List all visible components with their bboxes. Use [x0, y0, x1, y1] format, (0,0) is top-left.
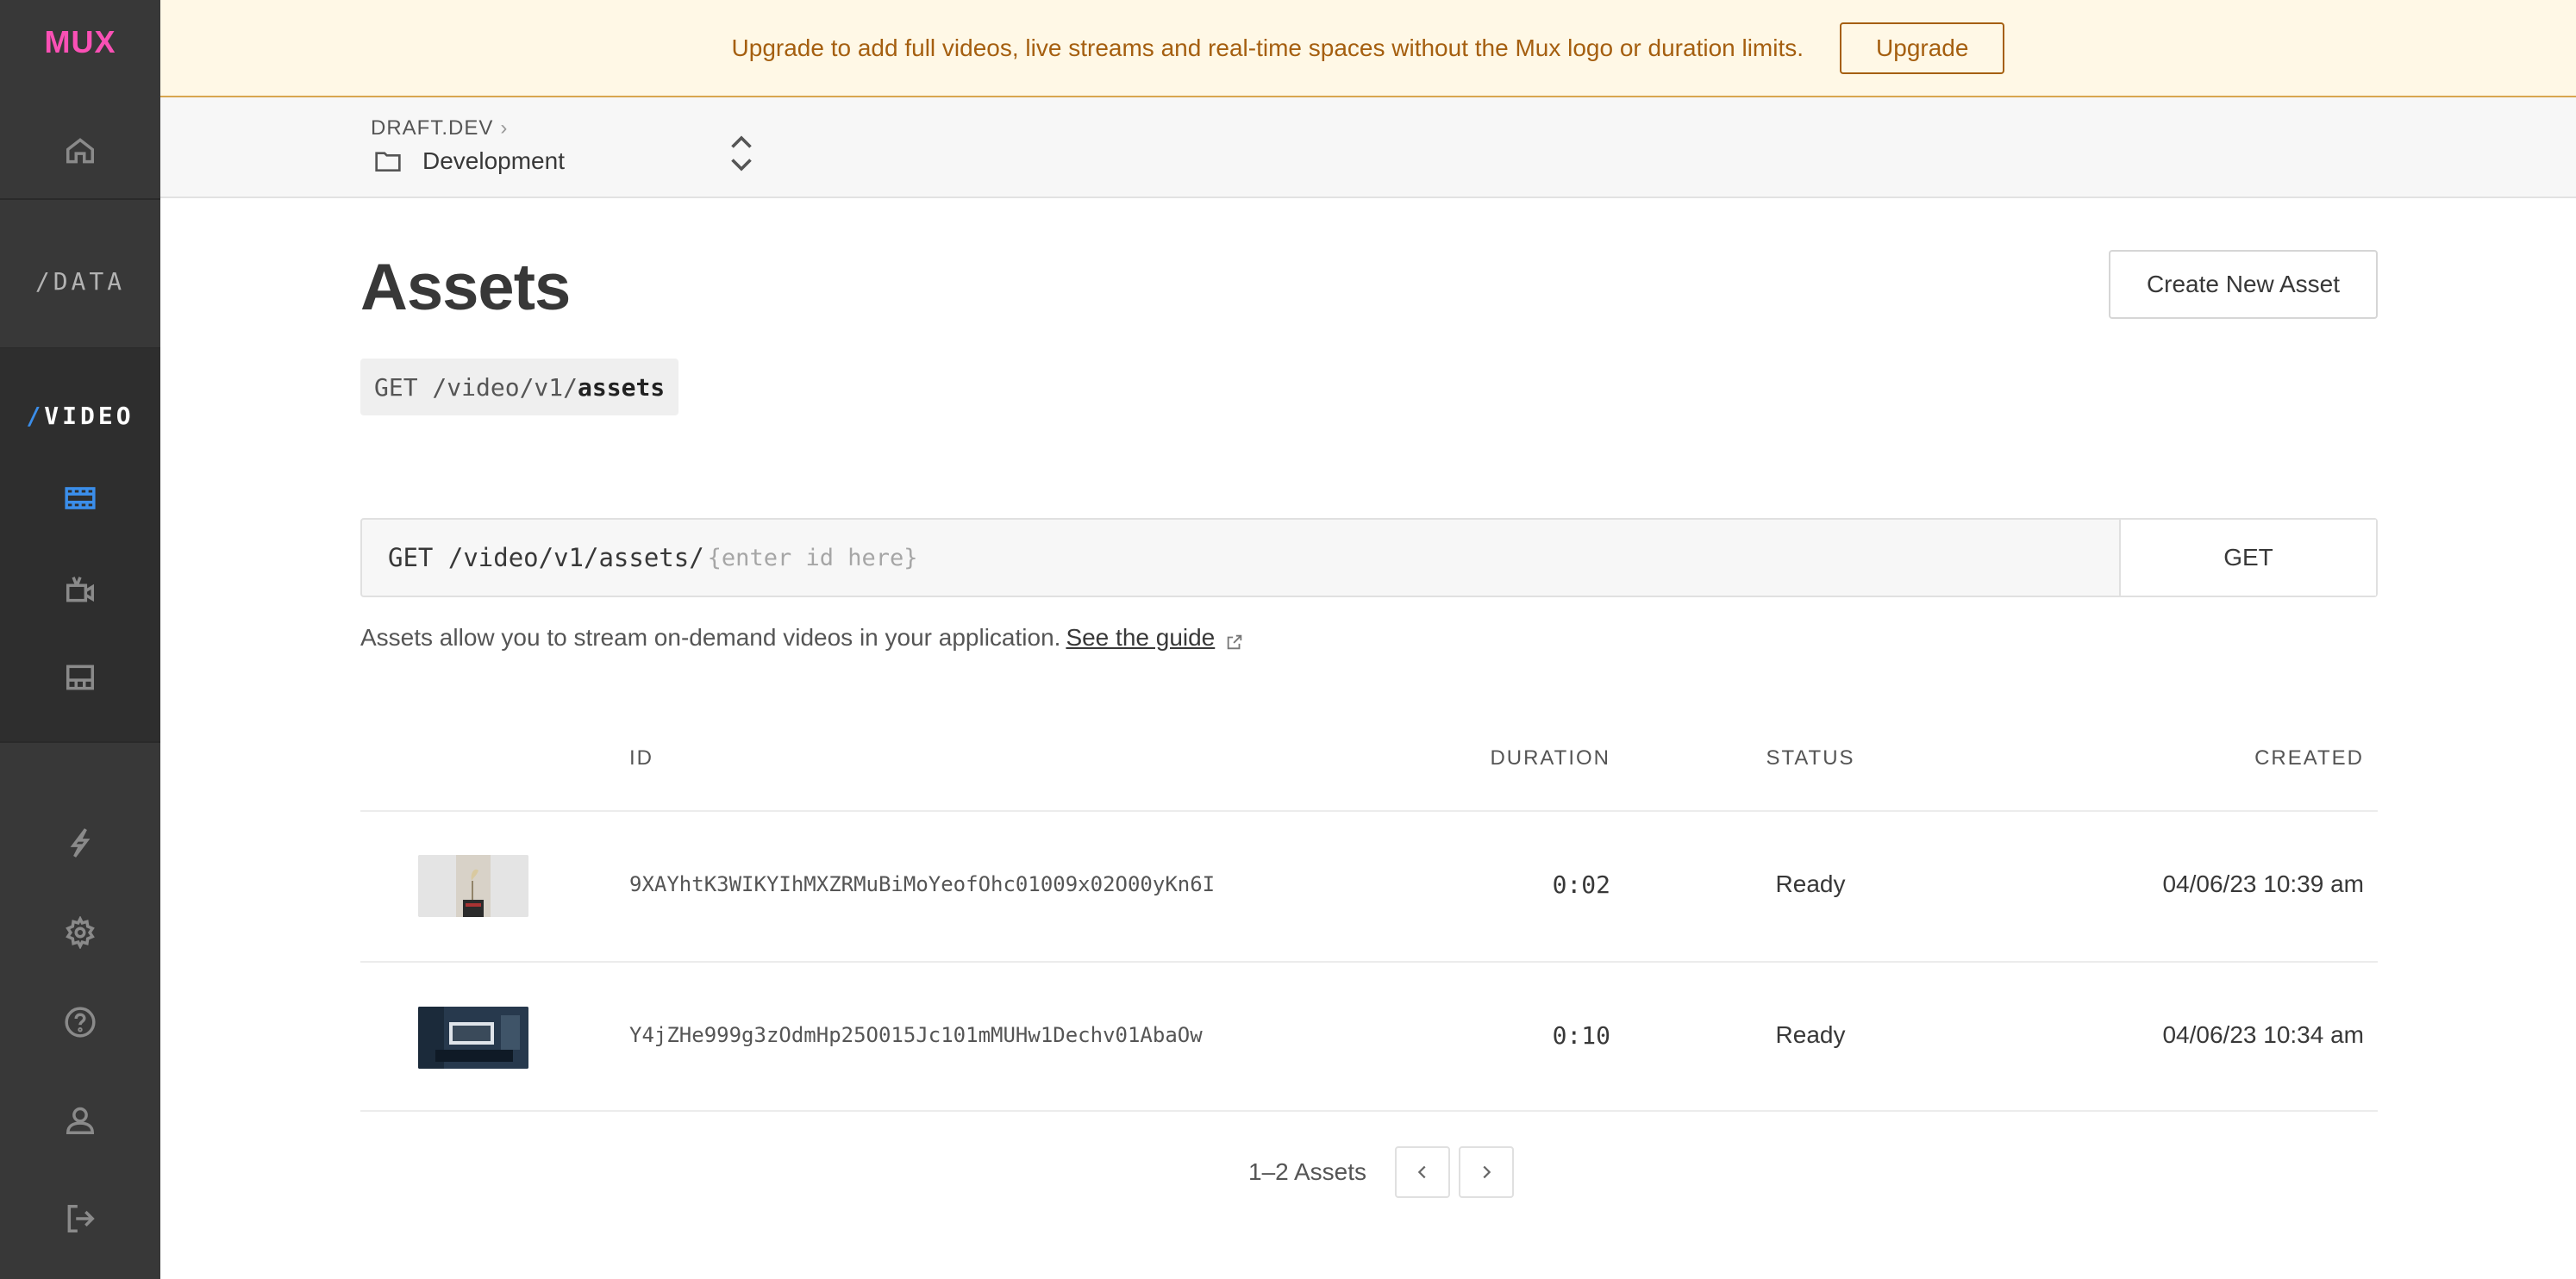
get-path-text: /video/v1/assets/	[447, 543, 704, 572]
asset-duration: 0:10	[1552, 1021, 1610, 1050]
next-page-button[interactable]	[1459, 1146, 1514, 1198]
get-button[interactable]: GET	[2119, 520, 2376, 596]
home-icon[interactable]	[54, 125, 106, 177]
assets-icon[interactable]	[54, 472, 106, 524]
video-label: VIDEO	[44, 402, 134, 430]
external-link-icon	[1225, 630, 1244, 649]
sidebar-data-link[interactable]: /DATA	[0, 267, 160, 296]
sidebar: MUX /DATA /VIDEO	[0, 0, 160, 1279]
asset-duration: 0:02	[1552, 870, 1610, 899]
column-header-status: STATUS	[1766, 746, 1855, 770]
help-icon[interactable]	[54, 996, 106, 1048]
get-asset-form: GET /video/v1/assets/ GET	[360, 518, 2378, 597]
asset-id[interactable]: 9XAYhtK3WIKYIhMXZRMuBiMoYeofOhc01009x02O…	[629, 872, 1215, 896]
chevron-right-icon	[1483, 1165, 1491, 1179]
table-divider	[360, 1110, 2378, 1112]
description: Assets allow you to stream on-demand vid…	[360, 624, 1244, 652]
asset-status: Ready	[1775, 1021, 1846, 1048]
mux-logo[interactable]: MUX	[0, 24, 160, 60]
pagination-label: 1–2 Assets	[1248, 1158, 1366, 1185]
asset-id-input[interactable]	[707, 544, 1484, 571]
asset-created: 04/06/23 10:39 am	[2162, 870, 2364, 897]
environment-switch-icon[interactable]	[726, 132, 757, 175]
folder-icon	[374, 147, 402, 175]
upgrade-button[interactable]: Upgrade	[1840, 22, 2005, 74]
sidebar-video-link[interactable]: /VIDEO	[0, 402, 160, 430]
banner-text: Upgrade to add full videos, live streams…	[731, 34, 1804, 61]
column-header-id: ID	[629, 746, 653, 770]
table-divider	[360, 961, 2378, 963]
column-header-created: CREATED	[2254, 746, 2364, 770]
sidebar-divider	[0, 741, 160, 743]
api-endpoint-chip: GET /video/v1/assets	[360, 359, 679, 415]
asset-created: 04/06/23 10:34 am	[2162, 1021, 2364, 1048]
api-chip-resource: assets	[578, 372, 666, 402]
description-text: Assets allow you to stream on-demand vid…	[360, 624, 1061, 651]
see-guide-link[interactable]: See the guide	[1066, 624, 1215, 651]
page-title: Assets	[360, 251, 571, 324]
video-slash: /	[26, 402, 45, 430]
environment-bar: DRAFT.DEV › Development	[160, 97, 2576, 198]
table-divider	[360, 810, 2378, 812]
column-header-duration: DURATION	[1490, 746, 1610, 770]
api-chip-prefix: GET /video/v1/	[374, 372, 578, 402]
asset-id[interactable]: Y4jZHe999g3zOdmHp25O015Jc101mMUHw1Dechv0…	[629, 1023, 1203, 1047]
chevron-left-icon	[1417, 1165, 1426, 1179]
live-stream-icon[interactable]	[54, 564, 106, 615]
sidebar-divider	[0, 198, 160, 200]
get-path: GET /video/v1/assets/	[362, 520, 2119, 596]
lightning-icon[interactable]	[54, 817, 106, 869]
breadcrumb[interactable]: DRAFT.DEV ›	[371, 116, 508, 140]
environment-name: Development	[422, 147, 565, 174]
chevron-right-icon: ›	[500, 116, 509, 140]
asset-status: Ready	[1775, 870, 1846, 897]
org-name: DRAFT.DEV	[371, 116, 494, 140]
asset-thumbnail[interactable]	[418, 855, 528, 917]
asset-thumbnail[interactable]	[418, 1007, 528, 1069]
get-method: GET	[388, 543, 434, 572]
create-new-asset-button[interactable]: Create New Asset	[2109, 250, 2378, 319]
previous-page-button[interactable]	[1395, 1146, 1450, 1198]
user-icon[interactable]	[54, 1095, 106, 1146]
gear-icon[interactable]	[54, 907, 106, 958]
logout-icon[interactable]	[54, 1193, 106, 1245]
upgrade-banner: Upgrade to add full videos, live streams…	[160, 0, 2576, 97]
spaces-icon[interactable]	[54, 652, 106, 703]
